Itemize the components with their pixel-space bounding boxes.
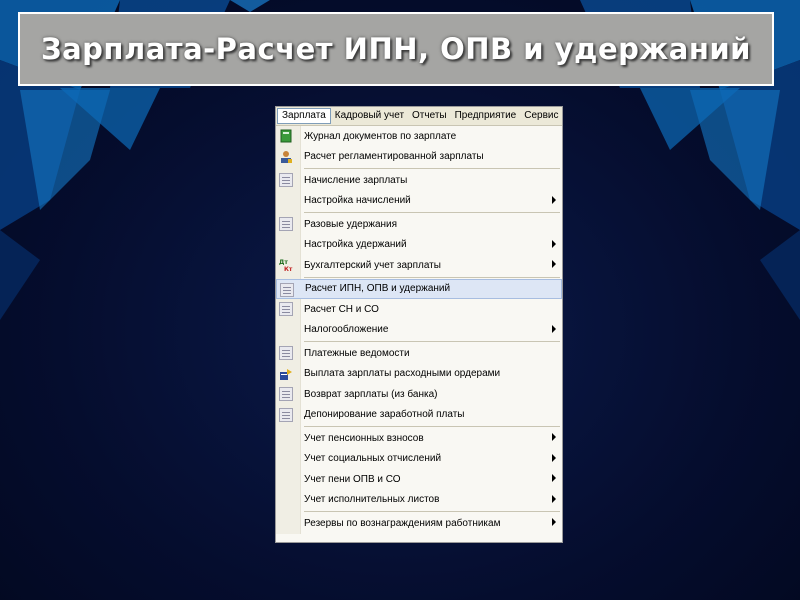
document-icon	[279, 387, 293, 401]
menu-item-employee-reserves[interactable]: Резервы по вознаграждениям работникам	[276, 513, 562, 534]
menu-item-label: Возврат зарплаты (из банка)	[304, 388, 438, 400]
menu-item-label: Расчет регламентированной зарплаты	[304, 151, 484, 163]
menu-item-label: Настройка начислений	[304, 195, 411, 207]
menu-item-deduction-settings[interactable]: Настройка удержаний	[276, 235, 562, 256]
menu-item-label: Расчет СН и СО	[304, 303, 379, 315]
menu-item-one-time-deductions[interactable]: Разовые удержания	[276, 214, 562, 235]
menu-item-payroll-statements[interactable]: Платежные ведомости	[276, 343, 562, 364]
menu-item-label: Бухгалтерский учет зарплаты	[304, 259, 441, 271]
menu-item-label: Настройка удержаний	[304, 239, 407, 251]
menu-item-salary-accounting[interactable]: Дт Кт Бухгалтерский учет зарплаты	[276, 255, 562, 276]
menu-item-regulated-salary[interactable]: Расчет регламентированной зарплаты	[276, 147, 562, 168]
submenu-arrow-icon	[552, 324, 556, 333]
menu-item-writs-accounting[interactable]: Учет исполнительных листов	[276, 490, 562, 511]
submenu-arrow-icon	[552, 494, 556, 503]
menu-item-sn-so-calculation[interactable]: Расчет СН и СО	[276, 299, 562, 320]
submenu-arrow-icon	[552, 433, 556, 441]
menu-item-social-contributions[interactable]: Учет социальных отчислений	[276, 449, 562, 470]
journal-icon	[279, 129, 293, 143]
menu-item-label: Резервы по вознаграждениям работникам	[304, 517, 501, 529]
slide-title-box: Зарплата-Расчет ИПН, ОПВ и удержаний	[18, 12, 774, 86]
submenu-arrow-icon	[552, 195, 556, 204]
menubar-item-service[interactable]: Сервис	[520, 108, 562, 124]
menu-screenshot: Зарплата Кадровый учет Отчеты Предприяти…	[275, 106, 563, 543]
document-icon	[279, 217, 293, 231]
slide-title: Зарплата-Расчет ИПН, ОПВ и удержаний	[40, 32, 751, 66]
menu-item-label: Расчет ИПН, ОПВ и удержаний	[305, 283, 451, 295]
menu-item-salary-accrual[interactable]: Начисление зарплаты	[276, 170, 562, 191]
menu-item-label: Учет пени ОПВ и СО	[304, 473, 401, 485]
menu-item-salary-deposit[interactable]: Депонирование заработной платы	[276, 405, 562, 426]
menu-item-ipn-opv-calculation[interactable]: Расчет ИПН, ОПВ и удержаний	[276, 278, 562, 299]
document-icon	[279, 173, 293, 187]
document-icon	[279, 407, 293, 422]
menubar-item-salary[interactable]: Зарплата	[277, 108, 331, 124]
document-icon	[279, 302, 293, 316]
menu-item-label: Журнал документов по зарплате	[304, 130, 457, 142]
menubar-item-enterprise[interactable]: Предприятие	[451, 108, 521, 124]
document-icon	[279, 346, 293, 360]
submenu-arrow-icon	[552, 453, 556, 462]
menu-item-label: Разовые удержания	[304, 218, 398, 230]
salary-dropdown-menu: Журнал документов по зарплате Расчет рег…	[276, 126, 562, 534]
submenu-arrow-icon	[552, 260, 556, 268]
menu-item-label: Депонирование заработной платы	[304, 409, 465, 421]
menu-item-label: Начисление зарплаты	[304, 174, 408, 186]
menu-item-salary-return[interactable]: Возврат зарплаты (из банка)	[276, 384, 562, 405]
menu-item-salary-journal[interactable]: Журнал документов по зарплате	[276, 126, 562, 147]
submenu-arrow-icon	[552, 474, 556, 482]
submenu-arrow-icon	[552, 518, 556, 526]
menu-item-taxation[interactable]: Налогообложение	[276, 320, 562, 341]
menu-item-label: Учет социальных отчислений	[304, 453, 442, 465]
menubar-item-hr[interactable]: Кадровый учет	[331, 108, 408, 124]
menu-item-pension-contributions[interactable]: Учет пенсионных взносов	[276, 428, 562, 449]
user-calc-icon	[279, 150, 293, 164]
menu-item-label: Учет исполнительных листов	[304, 494, 440, 506]
submenu-arrow-icon	[552, 239, 556, 248]
menu-item-label: Налогообложение	[304, 324, 389, 336]
svg-text:Кт: Кт	[284, 266, 293, 272]
dt-kt-icon: Дт Кт	[279, 258, 293, 273]
menu-item-label: Платежные ведомости	[304, 347, 410, 359]
document-icon	[280, 282, 294, 297]
menu-item-accrual-settings[interactable]: Настройка начислений	[276, 191, 562, 212]
menubar: Зарплата Кадровый учет Отчеты Предприяти…	[276, 107, 562, 126]
svg-text:Дт: Дт	[279, 259, 288, 266]
payout-icon	[279, 367, 293, 381]
menu-item-penalty-accounting[interactable]: Учет пени ОПВ и СО	[276, 469, 562, 490]
menubar-item-reports[interactable]: Отчеты	[408, 108, 451, 124]
menu-item-label: Выплата зарплаты расходными ордерами	[304, 368, 501, 380]
menu-item-cash-payout[interactable]: Выплата зарплаты расходными ордерами	[276, 364, 562, 385]
menu-item-label: Учет пенсионных взносов	[304, 432, 424, 444]
